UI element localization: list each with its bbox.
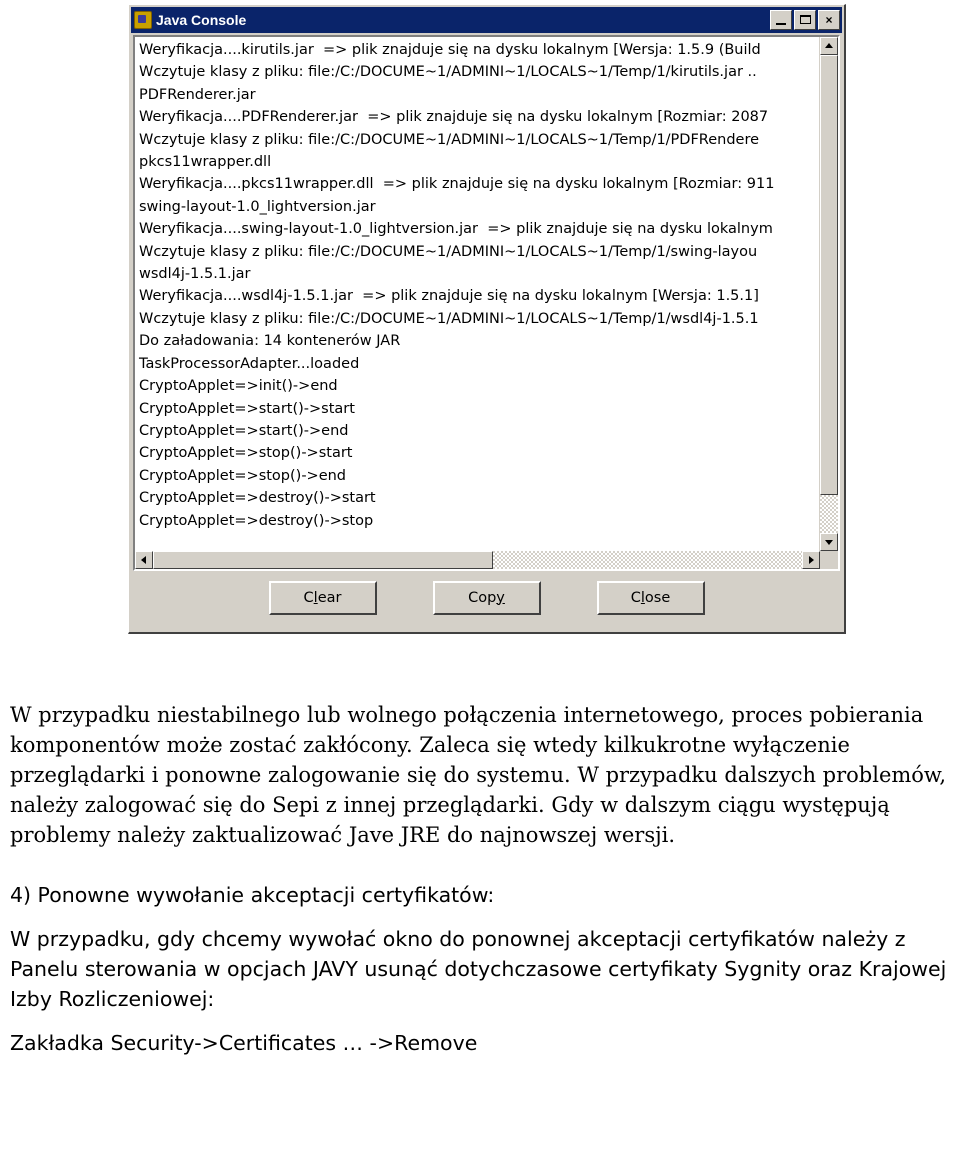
section-heading-4: 4) Ponowne wywołanie akceptacji certyfik… — [10, 883, 495, 907]
paragraph-spacer-2 — [10, 1014, 952, 1028]
close-button-label-post: ose — [644, 589, 671, 606]
paragraph-security-tab-path: Zakładka Security->Certificates … ->Remo… — [10, 1031, 478, 1055]
log-line: Wczytuje klasy z pliku: file:/C:/DOCUME~… — [139, 310, 759, 327]
java-cup-icon — [134, 11, 152, 29]
horizontal-scrollbar[interactable] — [135, 551, 838, 569]
copy-button-mnemonic: y — [496, 589, 505, 606]
paragraph-connection-advice: W przypadku niestabilnego lub wolnego po… — [10, 703, 947, 847]
log-line: Weryfikacja....kirutils.jar => plik znaj… — [139, 42, 761, 58]
log-line: swing-layout-1.0_lightversion.jar — [139, 198, 376, 215]
log-line: wsdl4j-1.5.1.jar — [139, 266, 251, 283]
console-body: Weryfikacja....kirutils.jar => plik znaj… — [133, 35, 840, 628]
log-line: Weryfikacja....swing-layout-1.0_lightver… — [139, 221, 773, 238]
log-line: Wczytuje klasy z pliku: file:/C:/DOCUME~… — [139, 243, 758, 260]
log-line: CryptoApplet=>start()->start — [139, 400, 355, 417]
clear-button[interactable]: Cl ear — [268, 580, 377, 615]
paragraph-certificate-removal: W przypadku, gdy chcemy wywołać okno do … — [10, 927, 947, 1011]
maximize-button[interactable] — [794, 10, 816, 30]
vertical-scrollbar[interactable] — [819, 37, 838, 551]
window-titlebar[interactable]: Java Console × — [131, 7, 842, 33]
log-line: Wczytuje klasy z pliku: file:/C:/DOCUME~… — [139, 64, 757, 81]
log-line: Weryfikacja....pkcs11wrapper.dll => plik… — [139, 176, 775, 193]
scrollbar-corner — [820, 551, 838, 569]
log-line: pkcs11wrapper.dll — [139, 154, 272, 171]
log-line: CryptoApplet=>stop()->end — [139, 467, 347, 484]
log-line: Do załadowania: 14 kontenerów JAR — [139, 333, 401, 350]
horizontal-scroll-track[interactable] — [153, 551, 802, 569]
log-line: Wczytuje klasy z pliku: file:/C:/DOCUME~… — [139, 131, 760, 148]
log-line: Weryfikacja....PDFRenderer.jar => plik z… — [139, 109, 769, 126]
scroll-right-button[interactable] — [802, 551, 820, 569]
close-button-label-pre: C — [630, 589, 641, 606]
copy-button[interactable]: Cop y — [432, 580, 541, 615]
console-log-row: Weryfikacja....kirutils.jar => plik znaj… — [135, 37, 838, 551]
scroll-left-button[interactable] — [135, 551, 153, 569]
console-log-area: Weryfikacja....kirutils.jar => plik znaj… — [133, 35, 840, 571]
document-text: W przypadku niestabilnego lub wolnego po… — [0, 700, 960, 1058]
console-button-row: Cl ear Cop y Cl ose — [133, 571, 840, 628]
log-line: TaskProcessorAdapter...loaded — [139, 355, 360, 372]
window-controls: × — [770, 10, 840, 30]
log-line: CryptoApplet=>destroy()->stop — [139, 512, 374, 529]
vertical-scroll-thumb[interactable] — [820, 55, 838, 495]
vertical-scroll-track[interactable] — [820, 55, 838, 533]
clear-button-label-pre: C — [303, 589, 314, 606]
chevron-right-icon — [809, 556, 814, 564]
log-line: CryptoApplet=>stop()->start — [139, 445, 353, 462]
log-line: CryptoApplet=>destroy()->start — [139, 490, 376, 507]
log-line: CryptoApplet=>start()->end — [139, 422, 349, 439]
clear-button-label-post: ear — [317, 589, 342, 606]
scroll-up-button[interactable] — [820, 37, 838, 55]
close-window-icon[interactable]: × — [818, 10, 840, 30]
minimize-button[interactable] — [770, 10, 792, 30]
heading-spacer — [10, 910, 952, 924]
log-line: CryptoApplet=>init()->end — [139, 378, 338, 395]
console-log-text[interactable]: Weryfikacja....kirutils.jar => plik znaj… — [135, 37, 819, 551]
copy-button-label-pre: Cop — [468, 589, 497, 606]
java-console-window: Java Console × Weryfikacja....kirutils.j… — [128, 4, 846, 634]
close-button[interactable]: Cl ose — [596, 580, 705, 615]
chevron-left-icon — [141, 556, 146, 564]
log-line: PDFRenderer.jar — [139, 86, 256, 103]
chevron-down-icon — [825, 540, 833, 545]
log-line: Weryfikacja....wsdl4j-1.5.1.jar => plik … — [139, 288, 759, 305]
horizontal-scroll-thumb[interactable] — [153, 551, 493, 569]
scroll-down-button[interactable] — [820, 533, 838, 551]
window-title: Java Console — [156, 12, 247, 28]
chevron-up-icon — [825, 43, 833, 48]
